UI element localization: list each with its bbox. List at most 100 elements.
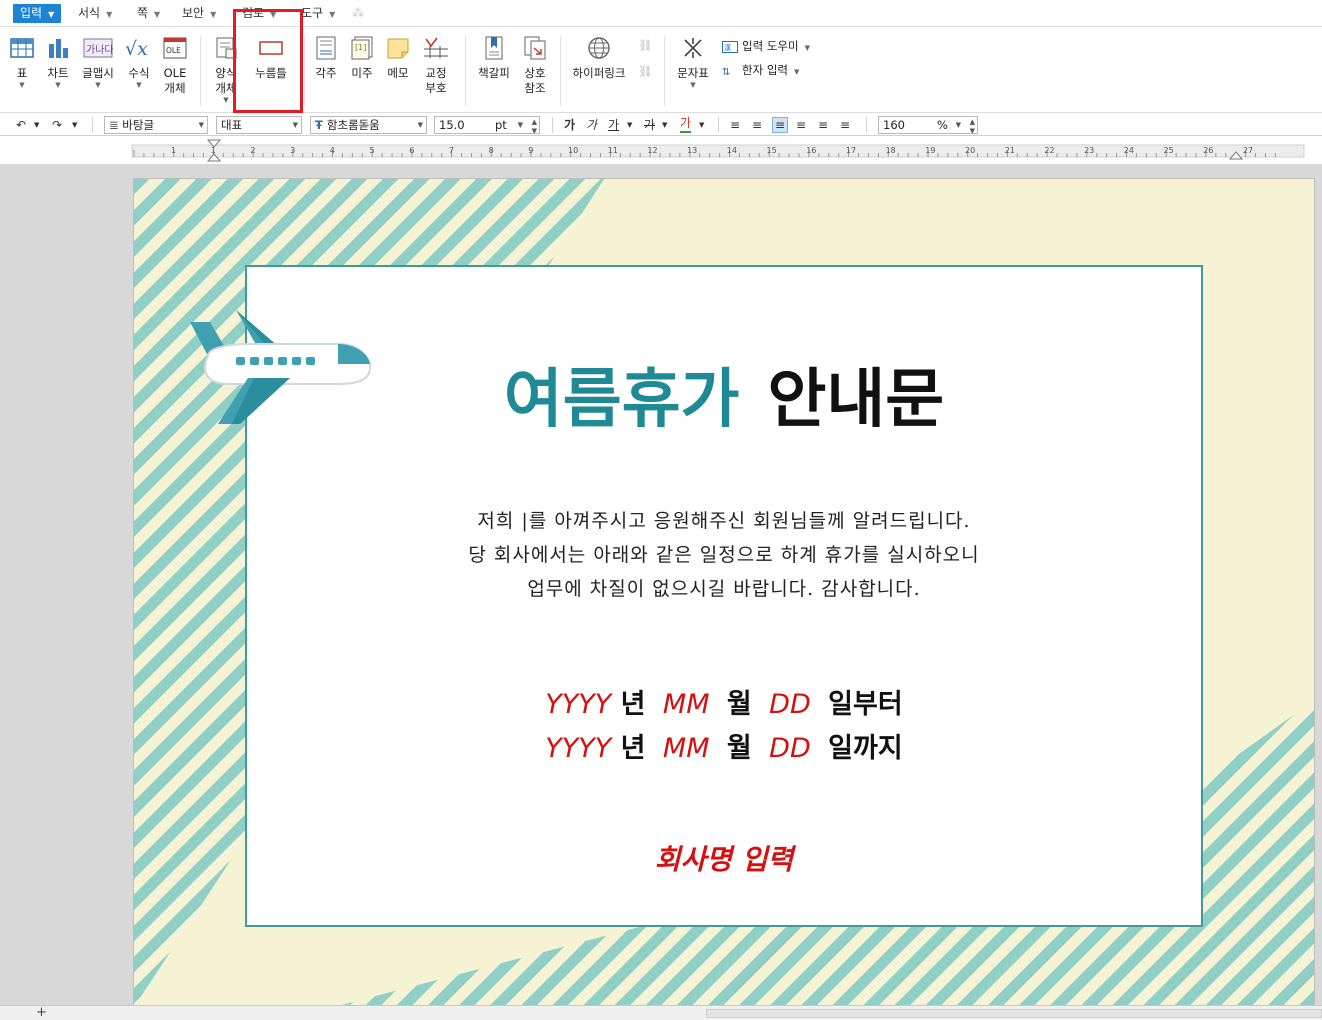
ole-object-button[interactable]: OLE OLE 개체 bbox=[160, 36, 190, 96]
font-size-input[interactable]: 15.0 pt ▼ ▲ ▼ bbox=[434, 116, 540, 134]
day-placeholder[interactable]: DD bbox=[769, 733, 811, 764]
toolbar-separator bbox=[718, 117, 719, 133]
special-char-button[interactable]: 문자표 ▼ bbox=[674, 36, 712, 90]
toolbar-separator bbox=[552, 117, 553, 133]
endnote-button[interactable]: [1] 미주 bbox=[348, 36, 376, 81]
horizontal-scrollbar[interactable] bbox=[706, 1009, 1322, 1018]
chevron-down-icon: ▼ bbox=[329, 10, 336, 19]
date-from-line[interactable]: YYYY 년 MM 월 DD 일부터 bbox=[245, 688, 1203, 722]
hanja-icon: ⇅ bbox=[722, 67, 730, 77]
table-button[interactable]: 표 ▼ bbox=[8, 36, 36, 90]
menu-format[interactable]: 서식 ▼ bbox=[74, 4, 116, 23]
font-select[interactable]: Ŧ 함초롬돋움 ▼ bbox=[310, 116, 427, 134]
body-line-2[interactable]: 당 회사에서는 아래와 같은 일정으로 하계 휴가를 실시하오니 bbox=[245, 542, 1203, 568]
horizontal-ruler[interactable]: 1 1 2 3 4 5 6 7 8 9 10 11 12 13 14 15 16 17 18 19 20 21 22 23 24… bbox=[0, 137, 1322, 164]
style-value: 바탕글 bbox=[122, 118, 155, 132]
ruler-label: 5 bbox=[370, 146, 375, 155]
document-title[interactable]: 여름휴가 안내문 bbox=[245, 360, 1203, 440]
ruler-label: 1 bbox=[171, 146, 176, 155]
chevron-down-icon[interactable]: ▼ bbox=[662, 117, 667, 133]
menu-tools[interactable]: 도구 ▼ bbox=[297, 4, 339, 23]
style-select[interactable]: ≣ 바탕글 ▼ bbox=[104, 116, 208, 134]
spin-down-icon[interactable]: ▼ bbox=[970, 123, 975, 133]
extra-icon[interactable]: ⁂ bbox=[348, 4, 368, 23]
year-placeholder[interactable]: YYYY bbox=[545, 733, 611, 764]
company-name-placeholder[interactable]: 회사명 입력 bbox=[245, 842, 1203, 878]
ribbon-separator bbox=[560, 36, 561, 106]
proof-mark-button[interactable]: 교정 부호 bbox=[420, 36, 452, 96]
unlink-small-icon[interactable]: ⛓ bbox=[638, 64, 653, 78]
add-tab-button[interactable]: + bbox=[36, 1006, 47, 1020]
font-size-unit: pt bbox=[495, 118, 507, 132]
month-placeholder[interactable]: MM bbox=[663, 733, 710, 764]
wordart-icon: 가나다 bbox=[83, 38, 113, 58]
chevron-down-icon[interactable]: ▼ bbox=[34, 117, 39, 133]
chevron-down-icon: ▼ bbox=[106, 10, 113, 19]
year-unit: 년 bbox=[620, 689, 646, 720]
font-color-button[interactable]: 가 bbox=[680, 117, 692, 133]
toolbar-separator bbox=[866, 117, 867, 133]
month-placeholder[interactable]: MM bbox=[663, 689, 710, 720]
hyperlink-button[interactable]: 하이퍼링크 bbox=[570, 36, 628, 81]
chevron-down-icon: ▼ bbox=[690, 81, 696, 89]
chevron-down-icon: ▼ bbox=[19, 81, 25, 89]
menu-page[interactable]: 쪽 ▼ bbox=[133, 4, 164, 23]
menu-security[interactable]: 보안 ▼ bbox=[178, 4, 220, 23]
zoom-input[interactable]: 160% ▼ ▲ ▼ bbox=[878, 116, 978, 134]
chevron-down-icon: ▼ bbox=[55, 81, 61, 89]
underline-button[interactable]: 가 bbox=[608, 117, 619, 133]
chart-label: 차트 bbox=[47, 66, 69, 80]
date-to-line[interactable]: YYYY 년 MM 월 DD 일까지 bbox=[245, 732, 1203, 766]
input-helper-label: 입력 도우미 bbox=[742, 39, 799, 53]
ruler-label: 7 bbox=[449, 146, 454, 155]
cross-reference-button[interactable]: 상호 참조 bbox=[520, 36, 550, 96]
chart-button[interactable]: 차트 ▼ bbox=[44, 36, 72, 90]
svg-text:√x: √x bbox=[125, 38, 148, 60]
body-line-1[interactable]: 저희 |를 아껴주시고 응원해주신 회원님들께 알려드립니다. bbox=[245, 508, 1203, 534]
ribbon-separator bbox=[465, 36, 466, 106]
hanja-input-label: 한자 입력 bbox=[742, 63, 788, 77]
language-select[interactable]: 대표 ▼ bbox=[216, 116, 302, 134]
chevron-down-icon: ▼ bbox=[804, 44, 810, 52]
proof-label-2: 부호 bbox=[425, 81, 447, 95]
svg-text:가나다: 가나다 bbox=[86, 44, 113, 56]
justify-icon[interactable]: ≡ bbox=[730, 117, 740, 133]
distribute-icon[interactable]: ≡ bbox=[818, 117, 828, 133]
memo-icon bbox=[387, 38, 409, 59]
link-small-icon[interactable]: ⛓ bbox=[638, 38, 653, 52]
year-placeholder[interactable]: YYYY bbox=[545, 689, 611, 720]
align-right-icon[interactable]: ≡ bbox=[796, 117, 806, 133]
day-unit-to: 일까지 bbox=[828, 733, 903, 764]
italic-button[interactable]: 가 bbox=[586, 117, 597, 133]
wordart-button[interactable]: 가나다 글맵시 ▼ bbox=[80, 36, 116, 90]
divide-icon[interactable]: ≡ bbox=[840, 117, 850, 133]
bold-button[interactable]: 가 bbox=[564, 117, 575, 133]
input-helper-button[interactable]: 漢 입력 도우미 ▼ bbox=[722, 38, 810, 54]
redo-icon[interactable]: ↷ bbox=[52, 117, 62, 133]
align-center-icon[interactable]: ≡ bbox=[772, 117, 789, 133]
footnote-icon bbox=[316, 36, 336, 60]
day-placeholder[interactable]: DD bbox=[769, 689, 811, 720]
menu-input[interactable]: 입력 ▼ bbox=[13, 4, 62, 23]
footnote-button[interactable]: 각주 bbox=[312, 36, 340, 81]
spin-down-icon[interactable]: ▼ bbox=[532, 123, 537, 133]
hanja-input-button[interactable]: ⇅ 한자 입력 ▼ bbox=[722, 62, 799, 78]
title-notice: 안내문 bbox=[767, 363, 945, 437]
ruler-scale: 1 1 2 3 4 5 6 7 8 9 10 11 12 13 14 15 16 17 18 19 20 21 22 23 24… bbox=[0, 137, 1322, 164]
bookmark-label: 책갈피 bbox=[478, 66, 510, 80]
body-line-3[interactable]: 업무에 차질이 없으시길 바랍니다. 감사합니다. bbox=[245, 576, 1203, 602]
undo-icon[interactable]: ↶ bbox=[16, 117, 26, 133]
memo-button[interactable]: 메모 bbox=[384, 36, 412, 81]
formula-label: 수식 bbox=[128, 66, 150, 80]
chevron-down-icon[interactable]: ▼ bbox=[72, 117, 77, 133]
formula-button[interactable]: √x 수식 ▼ bbox=[124, 36, 154, 90]
ruler-label: 22 bbox=[1044, 146, 1054, 155]
align-left-icon[interactable]: ≡ bbox=[752, 117, 762, 133]
menu-security-label: 보안 bbox=[182, 6, 205, 20]
font-size-value: 15.0 bbox=[439, 118, 465, 132]
strikethrough-button[interactable]: 가 bbox=[644, 117, 655, 133]
bookmark-button[interactable]: 책갈피 bbox=[475, 36, 513, 81]
chevron-down-icon: ▼ bbox=[793, 68, 800, 76]
chevron-down-icon[interactable]: ▼ bbox=[699, 117, 704, 133]
chevron-down-icon[interactable]: ▼ bbox=[627, 117, 632, 133]
